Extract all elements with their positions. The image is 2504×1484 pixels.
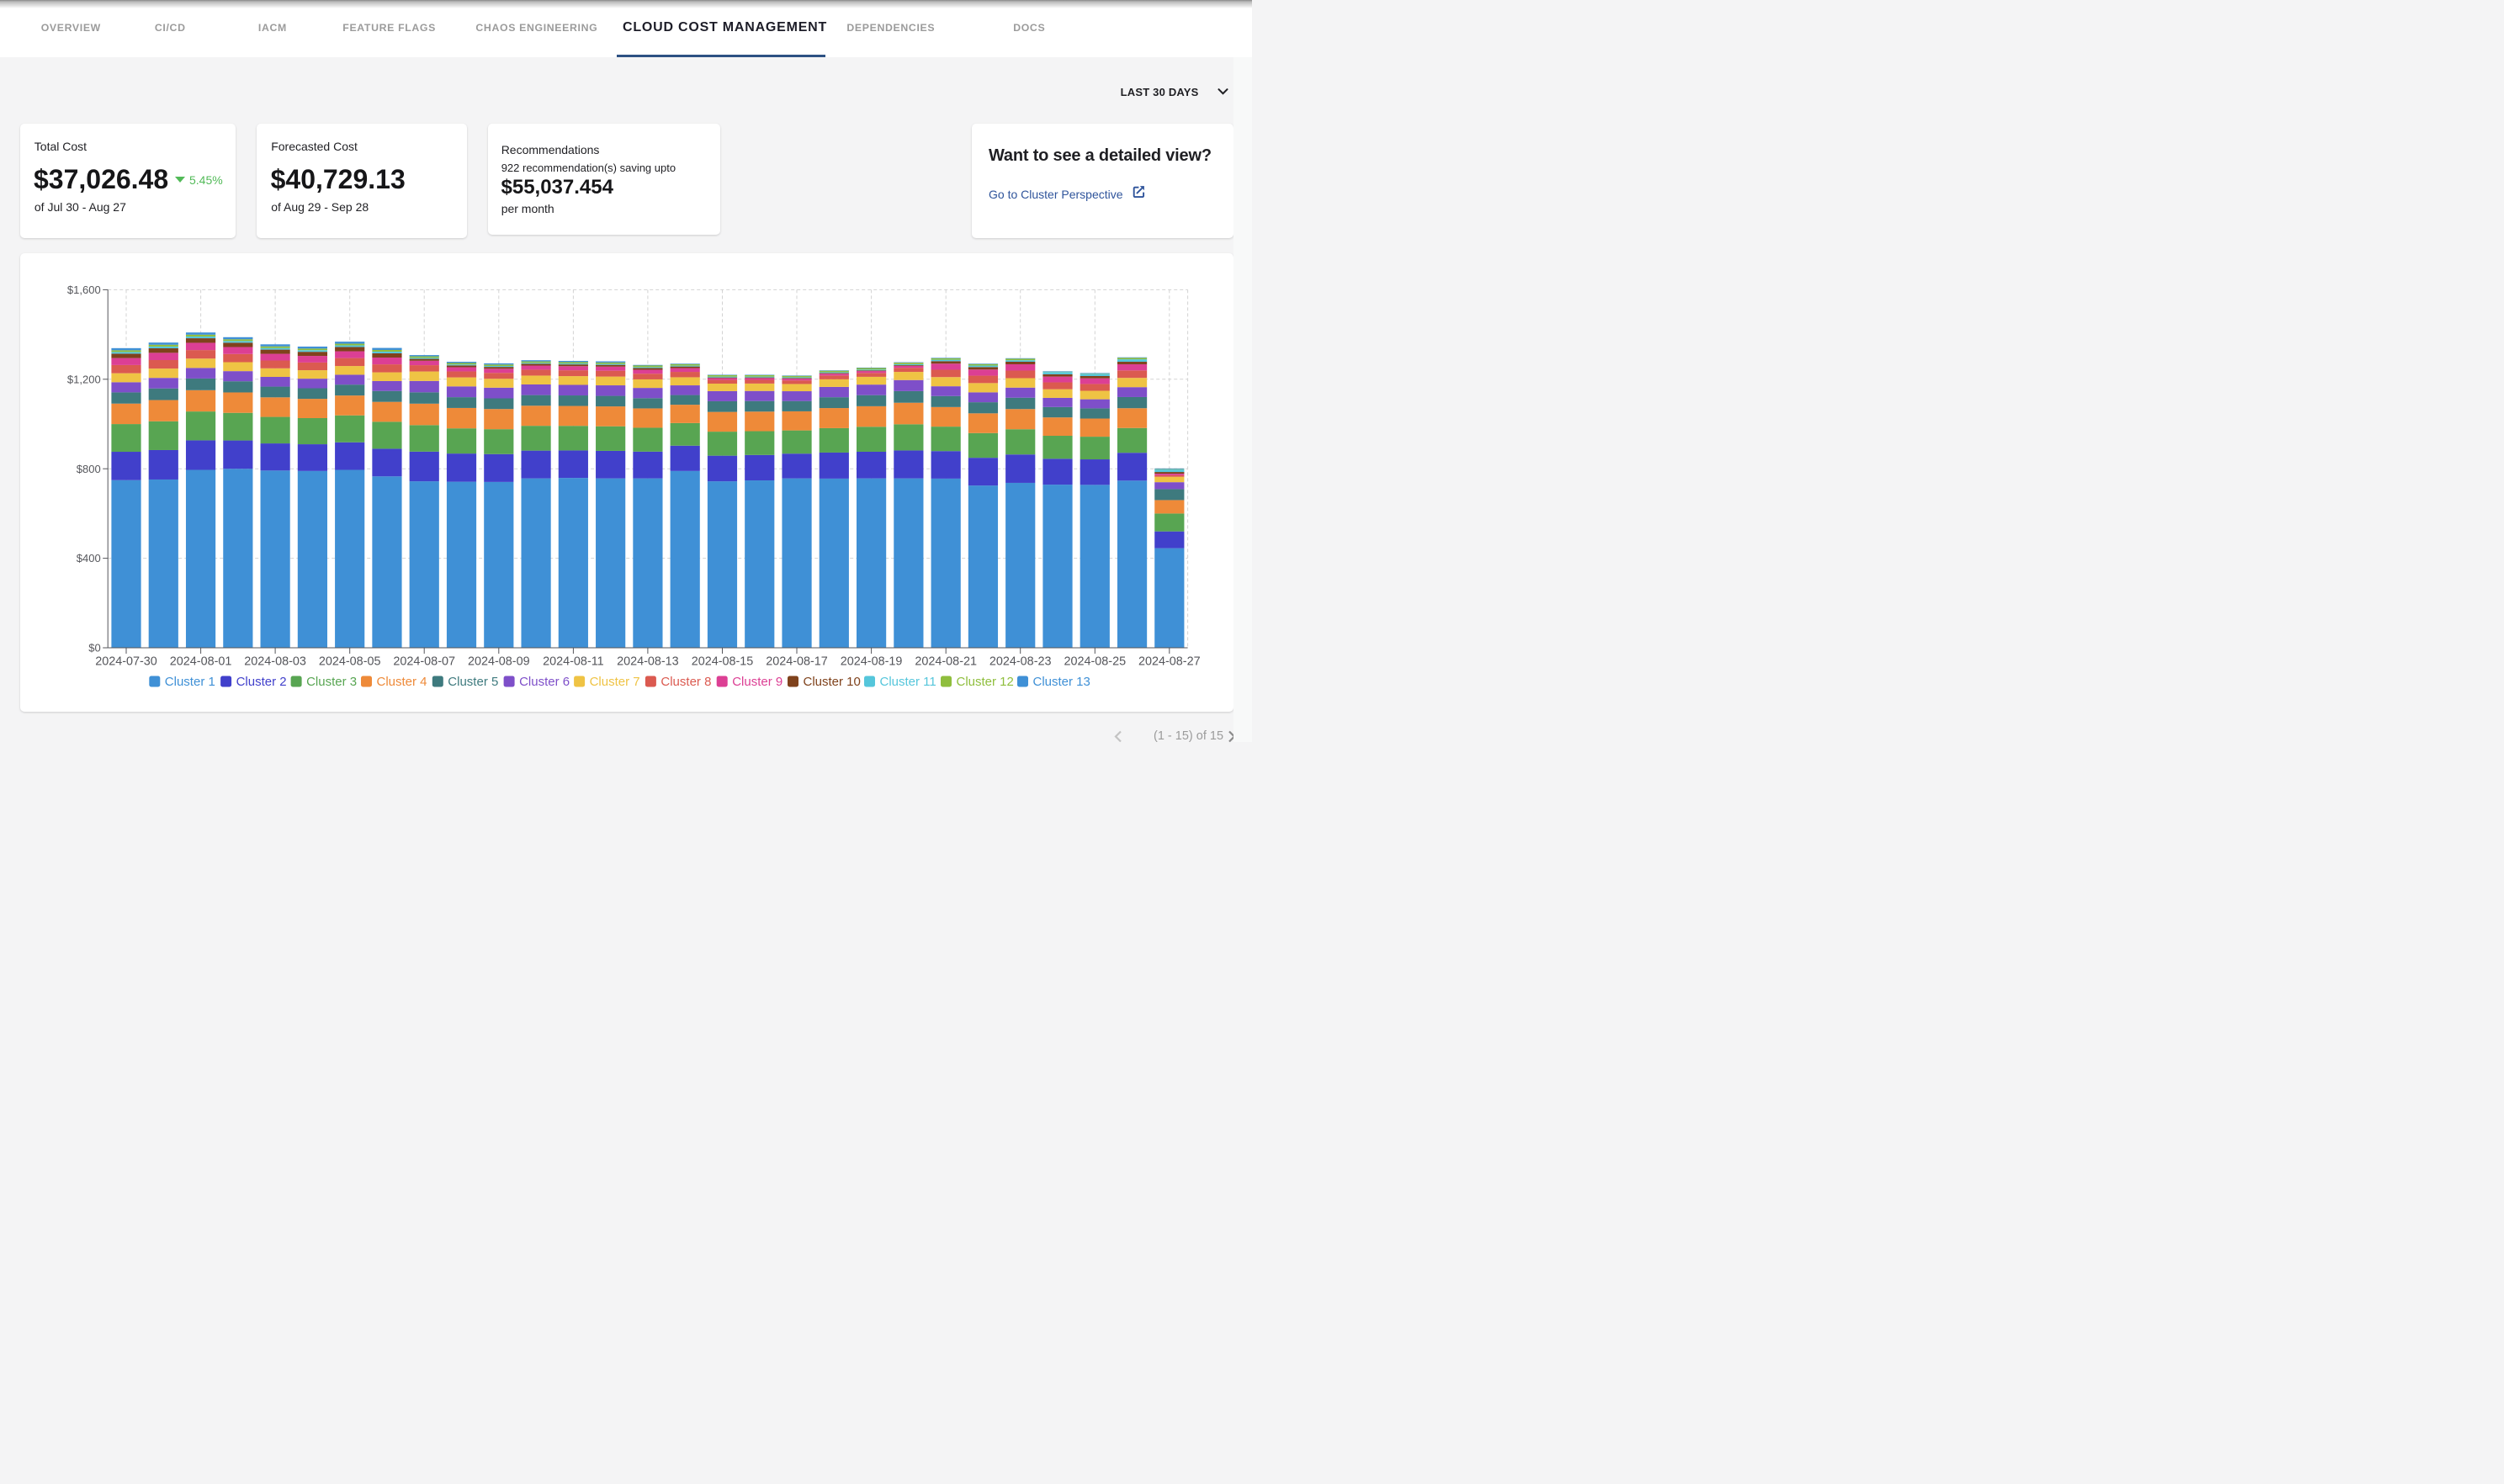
svg-text:$400: $400 [77, 552, 101, 564]
svg-text:$1,600: $1,600 [67, 284, 101, 296]
svg-text:2024-08-23: 2024-08-23 [989, 655, 1052, 669]
svg-text:2024-08-19: 2024-08-19 [841, 655, 903, 669]
svg-text:2024-08-25: 2024-08-25 [1064, 655, 1126, 669]
svg-text:Cluster 9: Cluster 9 [732, 675, 782, 689]
svg-text:Cluster 5: Cluster 5 [448, 675, 498, 689]
svg-text:Cluster 13: Cluster 13 [1033, 675, 1090, 689]
svg-text:2024-08-07: 2024-08-07 [393, 655, 455, 669]
svg-text:Cluster 3: Cluster 3 [306, 675, 357, 689]
svg-text:2024-08-09: 2024-08-09 [468, 655, 530, 669]
svg-text:Cluster 10: Cluster 10 [804, 675, 861, 689]
svg-text:Cluster 8: Cluster 8 [660, 675, 711, 689]
svg-text:2024-08-15: 2024-08-15 [692, 655, 754, 669]
svg-text:2024-08-11: 2024-08-11 [543, 655, 604, 669]
svg-text:Cluster 7: Cluster 7 [590, 675, 640, 689]
svg-text:Cluster 2: Cluster 2 [236, 675, 287, 689]
svg-text:2024-08-05: 2024-08-05 [319, 655, 381, 669]
svg-text:2024-08-21: 2024-08-21 [915, 655, 977, 669]
svg-text:$0: $0 [88, 642, 100, 655]
svg-text:2024-08-01: 2024-08-01 [170, 655, 232, 669]
svg-text:2024-08-03: 2024-08-03 [244, 655, 306, 669]
svg-text:Cluster 6: Cluster 6 [519, 675, 570, 689]
svg-text:$800: $800 [77, 463, 101, 475]
svg-text:2024-08-13: 2024-08-13 [617, 655, 679, 669]
svg-text:Cluster 1: Cluster 1 [165, 675, 215, 689]
svg-text:2024-08-17: 2024-08-17 [766, 655, 828, 669]
svg-text:$1,200: $1,200 [67, 373, 101, 385]
svg-text:Cluster 11: Cluster 11 [880, 675, 936, 689]
svg-text:2024-08-27: 2024-08-27 [1138, 655, 1201, 669]
svg-text:Cluster 4: Cluster 4 [377, 675, 427, 689]
svg-text:Cluster 12: Cluster 12 [957, 675, 1014, 689]
svg-text:2024-07-30: 2024-07-30 [95, 655, 157, 669]
